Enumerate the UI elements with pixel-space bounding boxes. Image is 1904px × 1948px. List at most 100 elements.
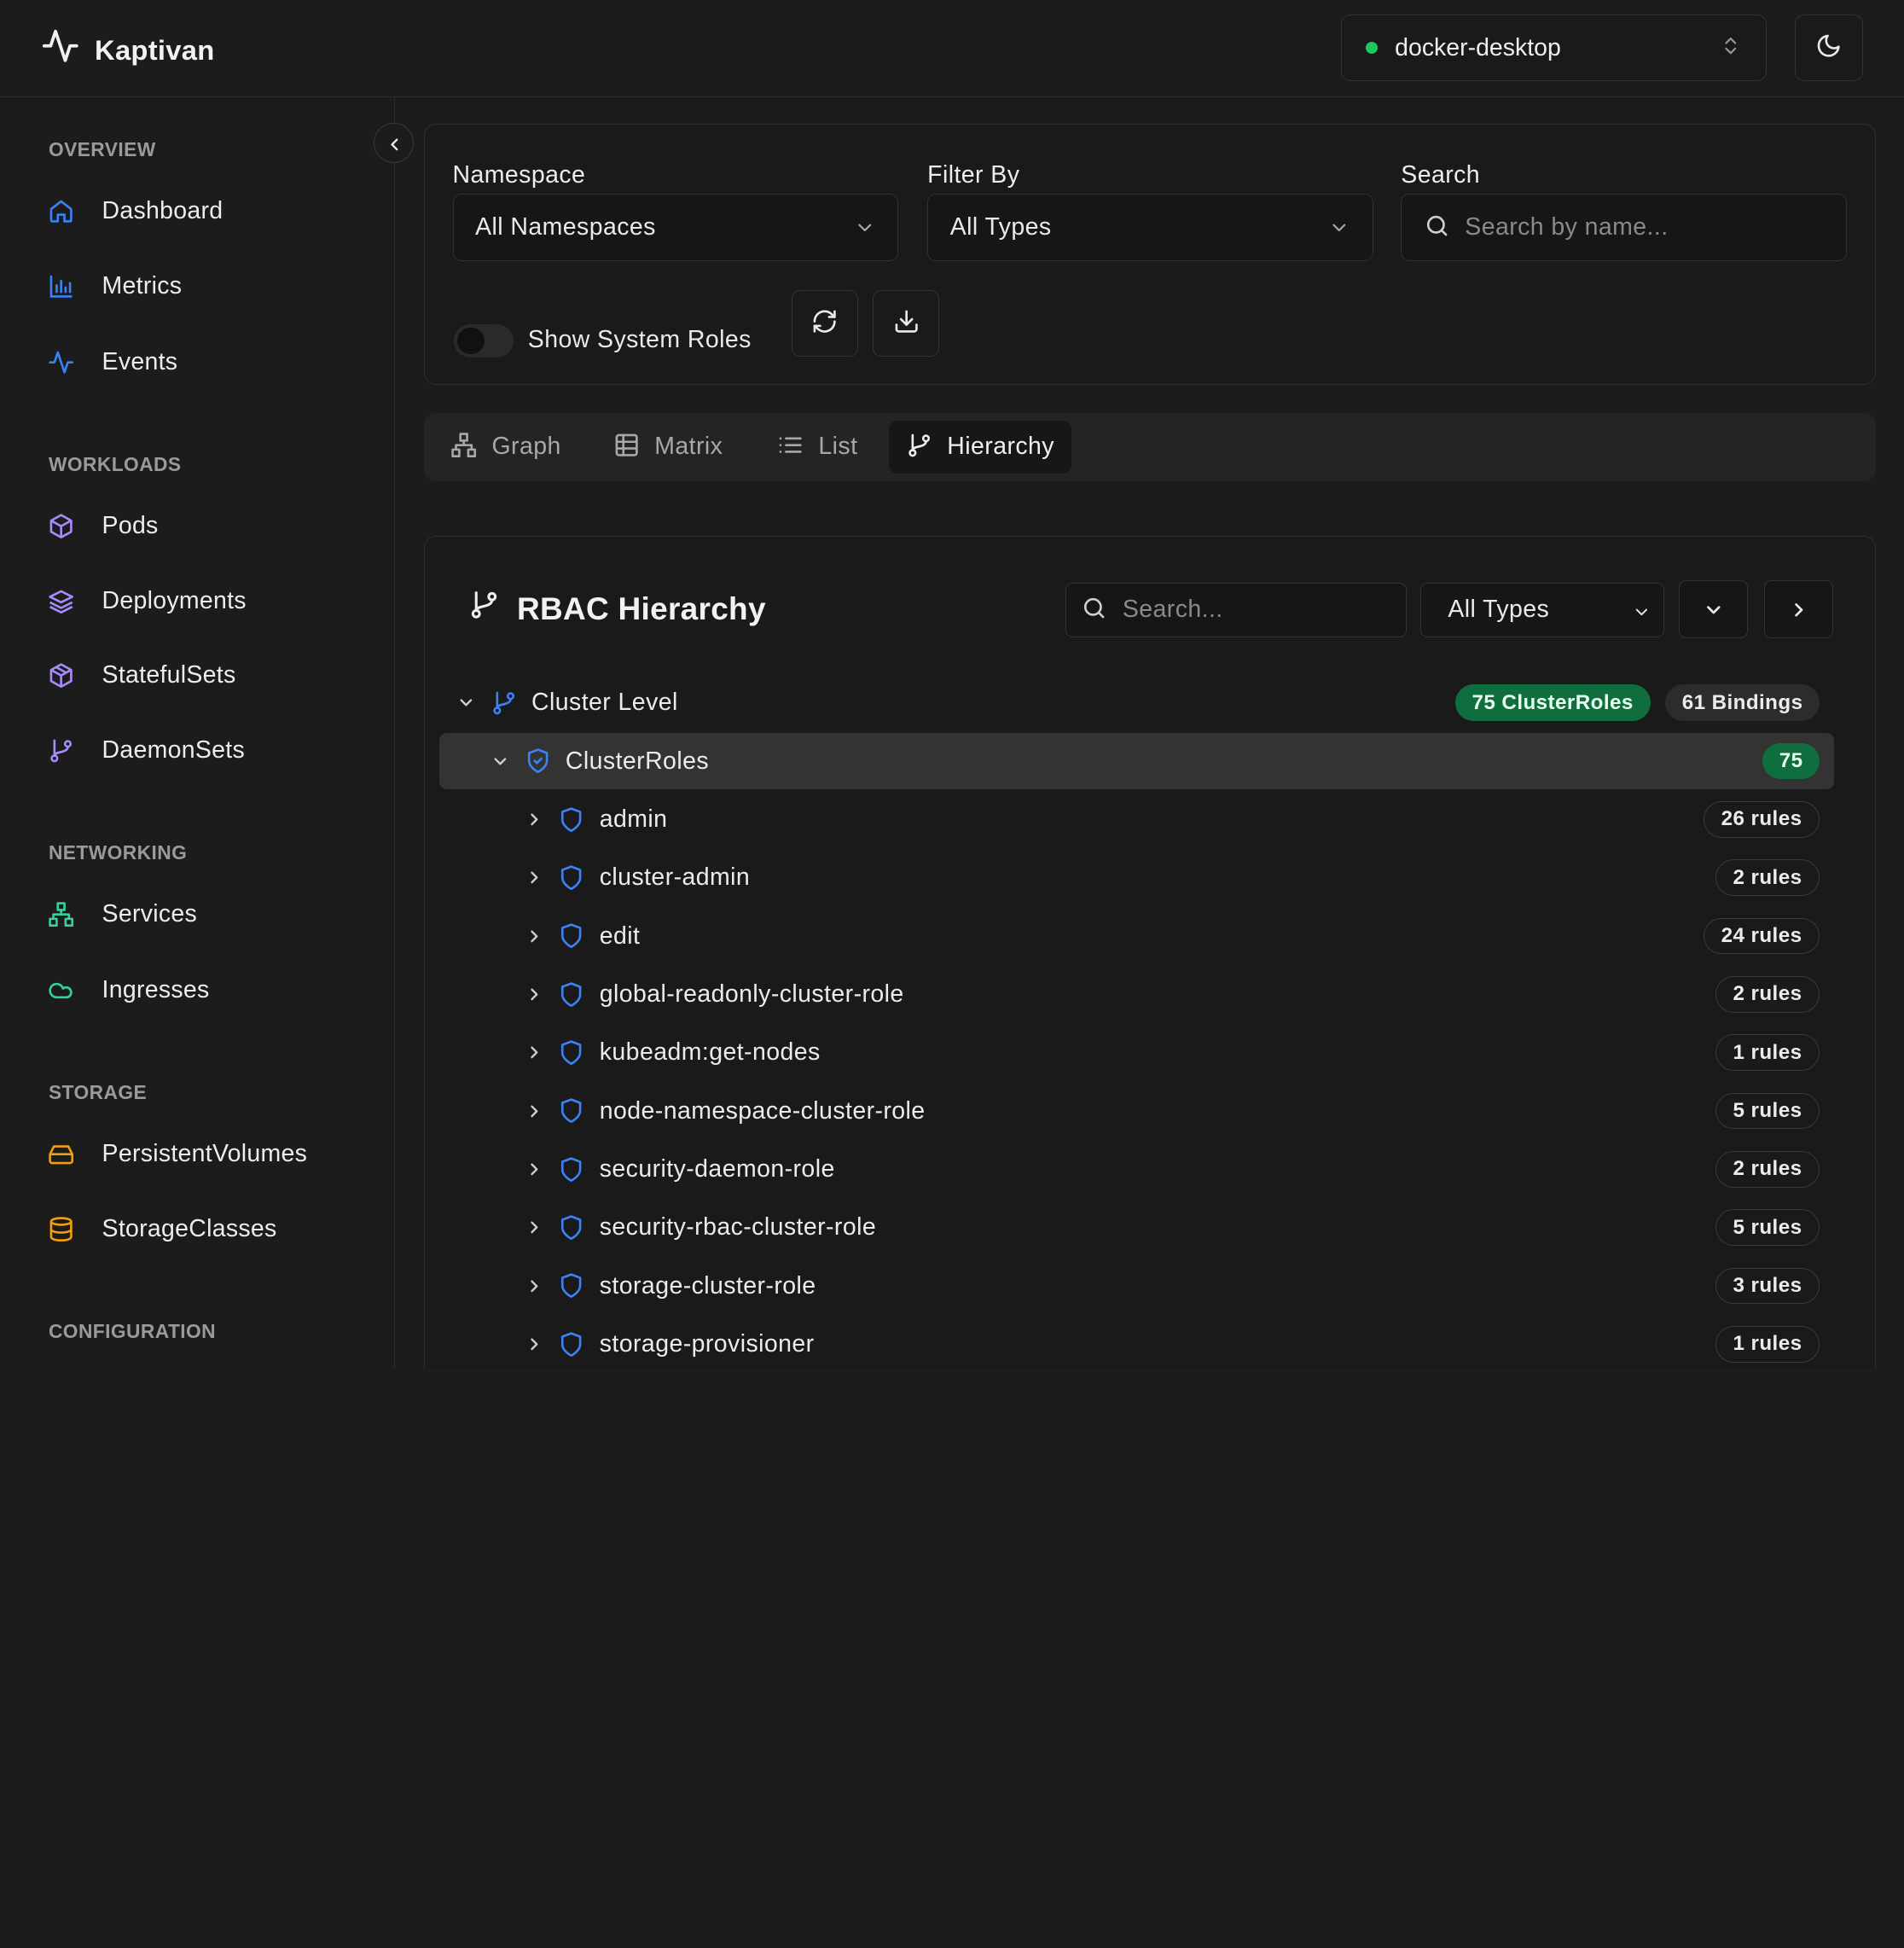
chevron-right-icon[interactable] bbox=[522, 1099, 546, 1123]
sitemap-icon bbox=[450, 427, 477, 467]
tree-node-label: ClusterRoles bbox=[565, 747, 709, 775]
chevron-left-icon bbox=[385, 123, 404, 163]
sidebar-item-label: Metrics bbox=[102, 272, 183, 300]
chevron-right-icon[interactable] bbox=[522, 1215, 546, 1239]
rbac-hierarchy-panel: RBAC Hierarchy Search... All Types Clust… bbox=[423, 535, 1877, 1369]
download-button[interactable] bbox=[873, 289, 940, 358]
brand[interactable]: Kaptivan bbox=[41, 26, 214, 74]
section-title-storage: STORAGE bbox=[48, 1080, 148, 1103]
clusterrole-row[interactable]: admin 26 rules bbox=[439, 792, 1835, 847]
clusterrole-row[interactable]: global-readonly-cluster-role 2 rules bbox=[439, 967, 1835, 1022]
clusterrole-row[interactable]: cluster-admin 2 rules bbox=[439, 850, 1835, 905]
sidebar-item-deployments[interactable]: Deployments bbox=[46, 577, 247, 625]
tab-list[interactable]: List bbox=[760, 421, 874, 474]
chevron-right-icon bbox=[1788, 590, 1810, 630]
tree-node-clusterroles[interactable]: ClusterRoles 75 bbox=[438, 733, 1835, 789]
chevron-right-icon[interactable] bbox=[522, 924, 546, 948]
clusterrole-name: storage-provisioner bbox=[599, 1329, 815, 1358]
clusterrole-name: security-rbac-cluster-role bbox=[599, 1213, 877, 1241]
sidebar-item-dashboard[interactable]: Dashboard bbox=[46, 187, 223, 236]
rules-count-badge: 5 rules bbox=[1715, 1092, 1820, 1130]
app-root: Kaptivan docker-desktop OVERVIEW Dashboa… bbox=[0, 0, 1904, 1369]
clusterrole-row[interactable]: security-daemon-role 2 rules bbox=[439, 1142, 1835, 1197]
namespace-select[interactable]: All Namespaces bbox=[452, 194, 898, 261]
toggle-knob bbox=[457, 327, 485, 355]
sidebar-item-storageclasses[interactable]: StorageClasses bbox=[46, 1205, 276, 1253]
namespace-value: All Namespaces bbox=[475, 212, 656, 241]
shield-check-icon bbox=[525, 747, 551, 774]
system-roles-label: Show System Roles bbox=[527, 326, 752, 354]
rules-count-badge: 2 rules bbox=[1715, 976, 1820, 1013]
home-icon bbox=[46, 197, 75, 226]
clusterrole-row[interactable]: kubeadm:get-nodes 1 rules bbox=[439, 1025, 1835, 1080]
sidebar-item-label: Events bbox=[102, 347, 178, 375]
clusterrole-row[interactable]: edit 24 rules bbox=[439, 908, 1835, 963]
git-branch-icon bbox=[46, 736, 75, 765]
chevron-right-icon[interactable] bbox=[522, 1040, 546, 1064]
package-icon bbox=[46, 660, 75, 689]
refresh-button[interactable] bbox=[791, 289, 858, 358]
sidebar-item-daemonsets[interactable]: DaemonSets bbox=[46, 726, 245, 775]
chevron-right-icon[interactable] bbox=[522, 807, 546, 831]
clusterrole-row[interactable]: storage-provisioner 1 rules bbox=[439, 1317, 1835, 1369]
section-title-configuration: CONFIGURATION bbox=[48, 1320, 217, 1343]
chevron-right-icon[interactable] bbox=[522, 1157, 546, 1181]
shield-icon bbox=[558, 1039, 584, 1066]
sidebar-item-pods[interactable]: Pods bbox=[46, 502, 159, 550]
system-roles-toggle[interactable] bbox=[453, 323, 514, 358]
hierarchy-type-select[interactable]: All Types bbox=[1420, 582, 1665, 637]
chevron-right-icon[interactable] bbox=[522, 866, 546, 890]
clusterrole-row[interactable]: node-namespace-cluster-role 5 rules bbox=[439, 1083, 1835, 1138]
tab-hierarchy[interactable]: Hierarchy bbox=[888, 420, 1071, 474]
rules-count-badge: 24 rules bbox=[1703, 917, 1820, 955]
clusterrole-name: cluster-admin bbox=[599, 864, 751, 892]
chevron-right-icon[interactable] bbox=[522, 1274, 546, 1298]
sidebar-item-label: Deployments bbox=[102, 587, 247, 615]
clusterrole-row[interactable]: storage-cluster-role 3 rules bbox=[439, 1258, 1835, 1313]
sidebar-item-services[interactable]: Services bbox=[46, 890, 197, 939]
git-branch-icon bbox=[491, 689, 517, 716]
sidebar-item-metrics[interactable]: Metrics bbox=[46, 262, 182, 311]
tab-graph[interactable]: Graph bbox=[433, 421, 578, 474]
view-tabs: Graph Matrix List Hierarchy bbox=[423, 412, 1877, 481]
sidebar-item-label: StorageClasses bbox=[102, 1215, 277, 1243]
filter-by-value: All Types bbox=[949, 212, 1052, 241]
search-label: Search bbox=[1401, 160, 1481, 189]
clusterrole-name: storage-cluster-role bbox=[599, 1271, 816, 1300]
sidebar-item-statefulsets[interactable]: StatefulSets bbox=[46, 651, 235, 700]
activity-logo-icon bbox=[41, 26, 80, 74]
chevron-right-icon[interactable] bbox=[522, 1332, 546, 1356]
hierarchy-search-input[interactable]: Search... bbox=[1065, 582, 1408, 637]
expand-all-button[interactable] bbox=[1679, 579, 1749, 639]
tab-matrix[interactable]: Matrix bbox=[596, 421, 740, 474]
clusterrole-row[interactable]: security-rbac-cluster-role 5 rules bbox=[439, 1200, 1835, 1255]
sidebar-item-label: Dashboard bbox=[102, 197, 223, 225]
collapse-all-button[interactable] bbox=[1763, 579, 1834, 639]
list-icon bbox=[777, 427, 804, 467]
clusterroles-total-badge: 75 bbox=[1762, 742, 1820, 780]
sidebar-item-events[interactable]: Events bbox=[46, 338, 177, 387]
context-select[interactable]: docker-desktop bbox=[1340, 15, 1768, 82]
chevron-down-icon bbox=[1328, 207, 1350, 247]
chevron-right-icon[interactable] bbox=[522, 982, 546, 1006]
filter-by-select[interactable]: All Types bbox=[927, 194, 1373, 261]
sidebar-item-ingresses[interactable]: Ingresses bbox=[46, 966, 209, 1015]
tab-label: Graph bbox=[491, 433, 561, 461]
sidebar: OVERVIEW Dashboard Metrics Events WORKLO… bbox=[0, 96, 395, 1369]
sidebar-item-label: Pods bbox=[102, 511, 159, 539]
hierarchy-search-placeholder: Search... bbox=[1122, 596, 1223, 624]
sidebar-item-label: StatefulSets bbox=[102, 660, 236, 689]
chevron-down-icon bbox=[488, 749, 512, 773]
rules-count-badge: 26 rules bbox=[1703, 801, 1820, 838]
tree-node-cluster-level[interactable]: Cluster Level 75 ClusterRoles 61 Binding… bbox=[439, 675, 1835, 730]
shield-icon bbox=[558, 1331, 584, 1358]
sidebar-item-persistentvolumes[interactable]: PersistentVolumes bbox=[46, 1130, 307, 1178]
collapse-sidebar-button[interactable] bbox=[374, 122, 415, 163]
search-input[interactable]: Search by name... bbox=[1401, 194, 1847, 261]
filters-card: Namespace All Namespaces Filter By All T… bbox=[423, 124, 1877, 386]
bindings-count-badge: 61 Bindings bbox=[1664, 684, 1820, 722]
theme-toggle-button[interactable] bbox=[1794, 15, 1863, 82]
rules-count-badge: 3 rules bbox=[1715, 1267, 1820, 1305]
clusterrole-name: global-readonly-cluster-role bbox=[599, 980, 904, 1008]
clusterrole-name: edit bbox=[599, 922, 641, 950]
